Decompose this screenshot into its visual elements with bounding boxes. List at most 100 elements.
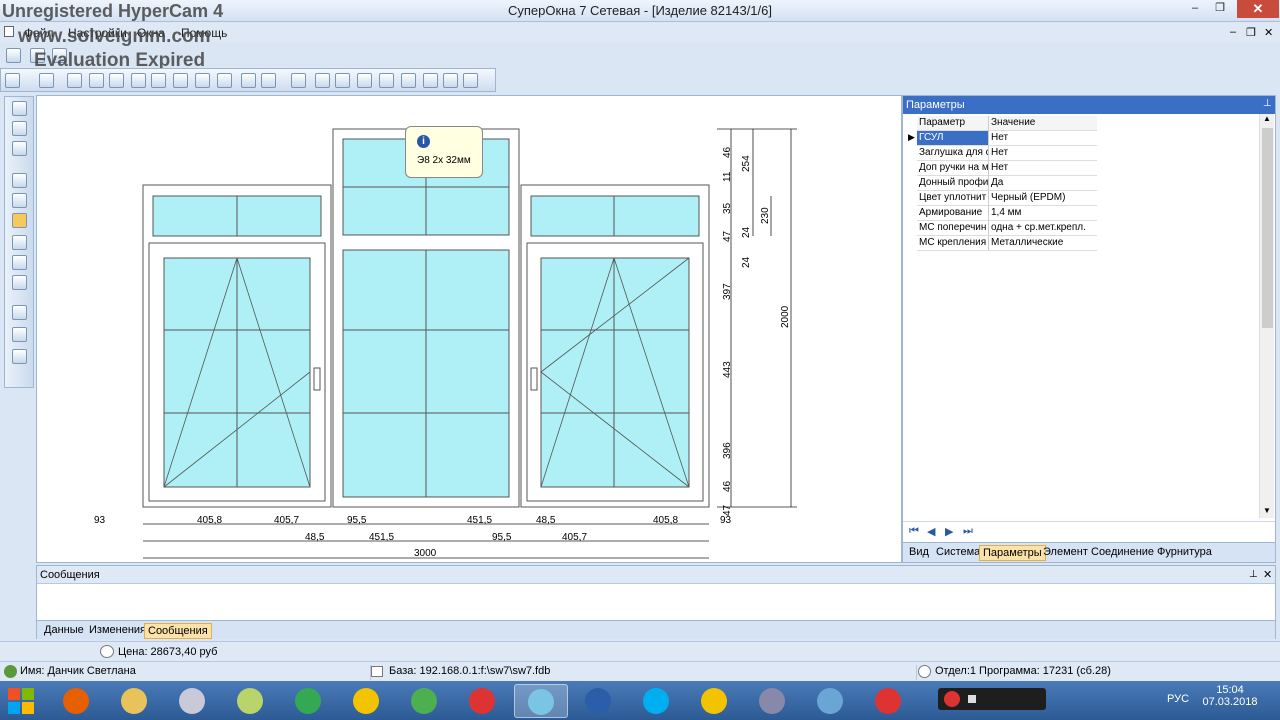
edit-icon[interactable] <box>12 141 27 156</box>
param-value[interactable]: 1,4 мм <box>989 206 1097 221</box>
new-icon[interactable] <box>6 48 21 63</box>
language-indicator[interactable]: РУС <box>1167 693 1189 705</box>
zoom-icon[interactable] <box>12 275 27 290</box>
tab-hardware[interactable]: Фурнитура <box>1155 546 1214 558</box>
impost-icon[interactable] <box>39 73 54 88</box>
param-row[interactable]: ГСУЛ Нет ▶ <box>907 131 1097 146</box>
param-row[interactable]: МС крепления Металлические <box>907 236 1097 251</box>
profile-icon[interactable] <box>217 73 232 88</box>
param-value[interactable]: Металлические <box>989 236 1097 251</box>
layers-icon[interactable] <box>12 327 27 342</box>
split-icon[interactable] <box>195 73 210 88</box>
scroll-up-icon[interactable]: ▲ <box>1263 114 1271 123</box>
param-value[interactable]: одна + ср.мет.крепл. <box>989 221 1097 236</box>
maximize-button[interactable]: ❐ <box>1208 1 1232 17</box>
param-value[interactable]: Нет <box>989 161 1097 176</box>
nav-prev-icon[interactable]: ◀ <box>927 525 935 538</box>
undo-icon[interactable] <box>12 235 27 250</box>
record-icon[interactable] <box>944 691 960 707</box>
taskbar-recorder-app[interactable] <box>862 684 916 718</box>
recorder-controls[interactable] <box>938 688 1046 710</box>
mirror-icon[interactable] <box>151 73 166 88</box>
taskbar-firefox[interactable] <box>50 684 104 718</box>
trim-icon[interactable] <box>291 73 306 88</box>
taskbar-thunderbird[interactable] <box>572 684 626 718</box>
taskbar-app2[interactable] <box>224 684 278 718</box>
drawing-canvas[interactable]: 93 405,8 405,7 95,5 451,5 48,5 405,8 93 48,5 451,… <box>36 95 902 563</box>
close-button[interactable]: ✕ <box>1237 0 1279 18</box>
param-value[interactable]: Да <box>989 176 1097 191</box>
split2-icon[interactable] <box>463 73 478 88</box>
param-row[interactable]: Армирование 1,4 мм <box>907 206 1097 221</box>
doc-restore-button[interactable]: ❐ <box>1246 26 1256 39</box>
tab-changes[interactable]: Изменения <box>86 624 149 636</box>
grid-icon[interactable] <box>443 73 458 88</box>
taskbar-onec2[interactable] <box>688 684 742 718</box>
doc-close-button[interactable]: ✕ <box>1264 26 1273 39</box>
refresh-icon[interactable] <box>12 121 27 136</box>
taskbar-chat[interactable] <box>398 684 452 718</box>
frame2-icon[interactable] <box>401 73 416 88</box>
tab-messages[interactable]: Сообщения <box>144 623 212 639</box>
close-icon[interactable]: ✕ <box>1263 568 1272 581</box>
pin-icon[interactable]: ⊥ <box>1249 569 1258 580</box>
tab-system[interactable]: Система <box>934 546 982 558</box>
param-row[interactable]: Заглушка для ст Нет <box>907 146 1097 161</box>
properties-icon[interactable] <box>12 349 27 364</box>
param-row[interactable]: Донный профи Да <box>907 176 1097 191</box>
sash-icon[interactable] <box>89 73 104 88</box>
tab-parameters[interactable]: Параметры <box>979 545 1046 561</box>
arc-icon[interactable] <box>315 73 330 88</box>
param-row[interactable]: МС поперечин одна + ср.мет.крепл. <box>907 221 1097 236</box>
tab-data[interactable]: Данные <box>41 624 87 636</box>
stop-icon[interactable] <box>968 695 976 703</box>
nav-last-icon[interactable]: ⏭ <box>963 525 973 538</box>
system-clock[interactable]: 15:04 07.03.2018 <box>1195 684 1265 708</box>
taskbar-yandex[interactable] <box>456 684 510 718</box>
taskbar-chrome[interactable] <box>282 684 336 718</box>
taskbar-calc[interactable] <box>746 684 800 718</box>
save-icon[interactable] <box>12 101 27 116</box>
dim-label: 405,8 <box>197 515 222 526</box>
paste-icon[interactable] <box>12 193 27 208</box>
glass-icon[interactable] <box>173 73 188 88</box>
taskbar-explorer[interactable] <box>108 684 162 718</box>
param-row[interactable]: Доп ручки на м Нет <box>907 161 1097 176</box>
delete-icon[interactable] <box>67 73 82 88</box>
param-value[interactable]: Нет <box>989 131 1097 146</box>
pin-icon[interactable]: ⊥ <box>1263 98 1272 109</box>
tab-connection[interactable]: Соединение <box>1089 546 1156 558</box>
parameters-scrollbar[interactable]: ▲ ▼ <box>1259 114 1274 518</box>
paint-icon[interactable] <box>12 305 27 320</box>
door-icon[interactable] <box>109 73 124 88</box>
arch-icon[interactable] <box>131 73 146 88</box>
param-row[interactable]: Цвет уплотнит Черный (EPDM) <box>907 191 1097 206</box>
start-button[interactable] <box>8 688 34 714</box>
scroll-down-icon[interactable]: ▼ <box>1263 506 1271 515</box>
taskbar-paint[interactable] <box>166 684 220 718</box>
param-value[interactable]: Нет <box>989 146 1097 161</box>
taskbar-onec[interactable] <box>340 684 394 718</box>
copy-icon[interactable] <box>12 173 27 188</box>
nav-first-icon[interactable]: ⏮ <box>909 525 919 538</box>
doc-minimize-button[interactable]: – <box>1230 26 1236 38</box>
tab-view[interactable]: Вид <box>907 546 931 558</box>
tab-element[interactable]: Элемент <box>1041 546 1090 558</box>
move-icon[interactable] <box>12 213 27 228</box>
frame-icon[interactable] <box>5 73 20 88</box>
nav-next-icon[interactable]: ▶ <box>945 525 953 538</box>
bead-icon[interactable] <box>241 73 256 88</box>
taskbar-monitor[interactable] <box>804 684 858 718</box>
taskbar-superokna[interactable] <box>514 684 568 718</box>
taskbar-skype[interactable] <box>630 684 684 718</box>
scrollbar-thumb[interactable] <box>1262 128 1273 328</box>
square-icon[interactable] <box>357 73 372 88</box>
redo-icon[interactable] <box>12 255 27 270</box>
join-icon[interactable] <box>261 73 276 88</box>
minimize-button[interactable]: – <box>1183 1 1207 17</box>
sash2-icon[interactable] <box>423 73 438 88</box>
align-icon[interactable] <box>379 73 394 88</box>
round-icon[interactable] <box>335 73 350 88</box>
param-name: МС крепления <box>917 236 989 251</box>
param-value[interactable]: Черный (EPDM) <box>989 191 1097 206</box>
